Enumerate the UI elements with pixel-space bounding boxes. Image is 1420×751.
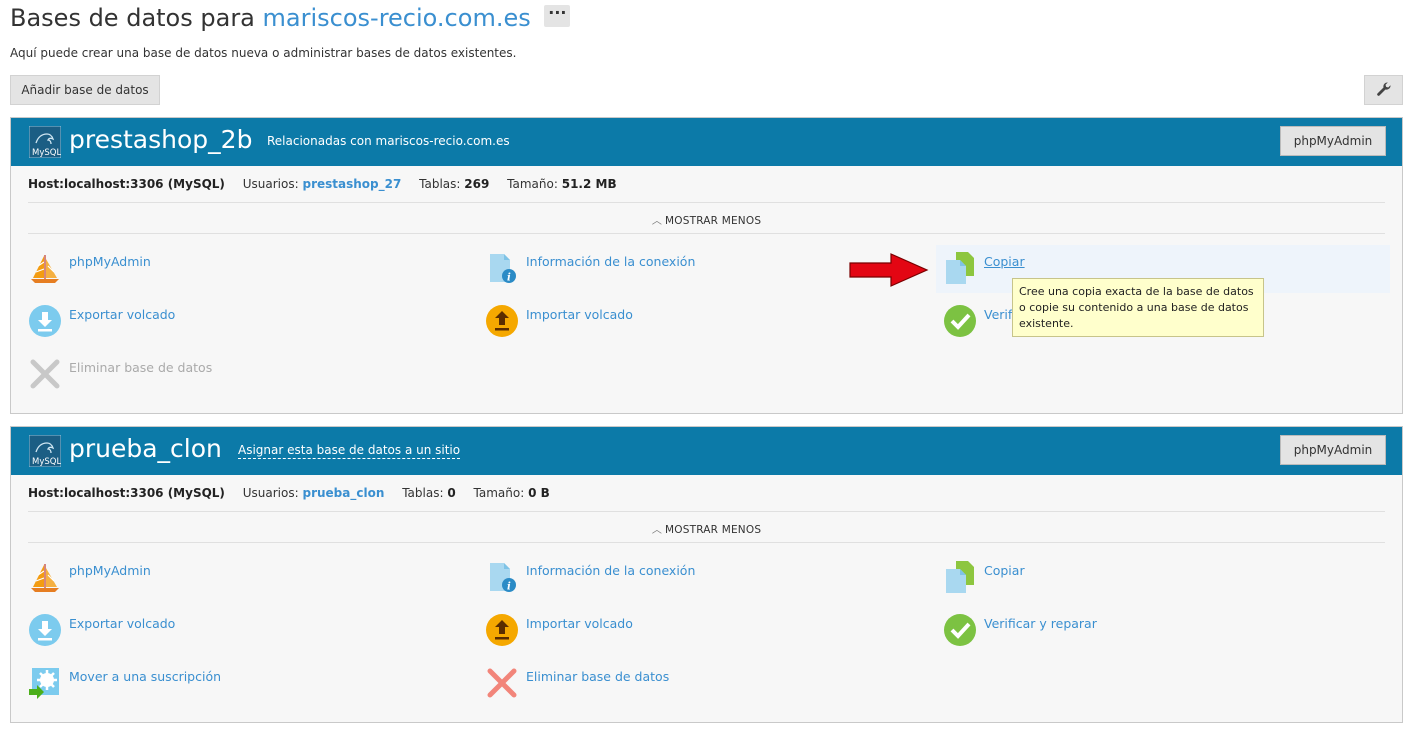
action-connection-info[interactable]: i Información de la conexión [486, 252, 746, 284]
move-subscription-icon [29, 668, 59, 699]
mysql-icon: MySQL [29, 126, 61, 158]
size-value: 0 B [528, 486, 550, 500]
action-move-subscription[interactable]: Mover a una suscripción [29, 667, 269, 699]
action-label: phpMyAdmin [69, 563, 151, 578]
database-card-prestashop: MySQL prestashop_2b Relacionadas con mar… [10, 117, 1403, 414]
delete-x-icon [30, 359, 60, 389]
phpmyadmin-sail-icon [31, 564, 59, 592]
action-label: Eliminar base de datos [69, 360, 213, 375]
page-description: Aquí puede crear una base de datos nueva… [10, 46, 517, 60]
svg-text:i: i [507, 273, 511, 284]
action-connection-info[interactable]: i Información de la conexión [486, 561, 746, 593]
users-label: Usuarios: [242, 486, 299, 500]
assign-site-link[interactable]: Asignar esta base de datos a un sitio [238, 443, 461, 459]
related-domain-text: Relacionadas con mariscos-recio.com.es [267, 134, 510, 148]
action-verify-repair[interactable]: Verificar y reparar [944, 614, 1164, 646]
database-card-prueba-clon: MySQL prueba_clon Asignar esta base de d… [10, 426, 1403, 723]
database-name: prestashop_2b [69, 125, 253, 154]
divider [28, 542, 1385, 543]
action-label: Verificar y reparar [984, 616, 1097, 631]
action-label: phpMyAdmin [69, 254, 151, 269]
database-info-row: Host:localhost:3306 (MySQL) Usuarios: pr… [28, 486, 550, 500]
action-label: Exportar volcado [69, 616, 176, 631]
page-title-prefix: Bases de datos para [10, 4, 255, 32]
action-export-dump[interactable]: Exportar volcado [29, 305, 229, 337]
action-label: Copiar [984, 254, 1025, 269]
database-name: prueba_clon [69, 434, 222, 463]
action-delete-database: Eliminar base de datos [29, 358, 249, 389]
copy-icon [946, 561, 974, 593]
phpmyadmin-header-button[interactable]: phpMyAdmin [1280, 435, 1386, 465]
action-label: Información de la conexión [526, 254, 696, 269]
action-phpmyadmin[interactable]: phpMyAdmin [29, 561, 229, 592]
tables-label: Tablas: [402, 486, 444, 500]
size-label: Tamaño: [507, 177, 558, 191]
action-copy[interactable]: Copiar [944, 561, 1144, 593]
phpmyadmin-header-button[interactable]: phpMyAdmin [1280, 126, 1386, 156]
svg-text:i: i [507, 582, 511, 593]
svg-text:MySQL: MySQL [32, 148, 61, 158]
database-info-row: Host:localhost:3306 (MySQL) Usuarios: pr… [28, 177, 617, 191]
action-phpmyadmin[interactable]: phpMyAdmin [29, 252, 229, 283]
phpmyadmin-sail-icon [31, 255, 59, 283]
action-label: Información de la conexión [526, 563, 696, 578]
show-less-toggle[interactable]: ︿ MOSTRAR MENOS [11, 521, 1402, 536]
copy-tooltip: Cree una copia exacta de la base de dato… [1012, 278, 1264, 337]
chevron-up-icon: ︿ [651, 525, 663, 536]
tables-value: 0 [447, 486, 456, 500]
add-database-button[interactable]: Añadir base de datos [10, 75, 160, 105]
connection-info-icon: i [490, 254, 516, 284]
red-arrow-annotation [849, 253, 929, 287]
host-value: localhost:3306 (MySQL) [63, 177, 225, 191]
import-upload-icon [486, 614, 518, 646]
tables-label: Tablas: [419, 177, 461, 191]
connection-info-icon: i [490, 563, 516, 593]
users-link[interactable]: prueba_clon [302, 486, 384, 500]
action-label: Mover a una suscripción [69, 669, 222, 684]
svg-text:MySQL: MySQL [32, 457, 61, 467]
action-label: Eliminar base de datos [526, 669, 670, 684]
action-label: Exportar volcado [69, 307, 176, 322]
wrench-icon [1376, 81, 1391, 96]
action-export-dump[interactable]: Exportar volcado [29, 614, 229, 646]
export-download-icon [29, 305, 61, 337]
host-label: Host: [28, 486, 64, 500]
tools-button[interactable] [1364, 75, 1403, 105]
database-card-header: MySQL prestashop_2b Relacionadas con mar… [11, 118, 1402, 166]
size-label: Tamaño: [473, 486, 525, 500]
divider [28, 233, 1385, 234]
divider [28, 511, 1385, 512]
more-options-button[interactable]: ··· [544, 5, 571, 27]
database-card-header: MySQL prueba_clon Asignar esta base de d… [11, 427, 1402, 475]
page-title: Bases de datos para mariscos-recio.com.e… [10, 4, 571, 32]
check-icon [944, 305, 976, 337]
show-less-toggle[interactable]: ︿ MOSTRAR MENOS [11, 212, 1402, 227]
action-label: Importar volcado [526, 616, 633, 631]
mysql-icon: MySQL [29, 435, 61, 467]
export-download-icon [29, 614, 61, 646]
domain-link[interactable]: mariscos-recio.com.es [263, 4, 531, 32]
size-value: 51.2 MB [561, 177, 617, 191]
action-label: Importar volcado [526, 307, 633, 322]
divider [28, 202, 1385, 203]
check-icon [944, 614, 976, 646]
copy-icon [946, 252, 974, 284]
tables-value: 269 [464, 177, 490, 191]
users-label: Usuarios: [242, 177, 299, 191]
host-label: Host: [28, 177, 64, 191]
show-less-label: MOSTRAR MENOS [665, 524, 762, 536]
action-label: Copiar [984, 563, 1025, 578]
delete-x-icon [487, 668, 517, 698]
users-link[interactable]: prestashop_27 [302, 177, 401, 191]
action-delete-database[interactable]: Eliminar base de datos [486, 667, 706, 698]
import-upload-icon [486, 305, 518, 337]
action-import-dump[interactable]: Importar volcado [486, 614, 686, 646]
action-import-dump[interactable]: Importar volcado [486, 305, 686, 337]
show-less-label: MOSTRAR MENOS [665, 215, 762, 227]
host-value: localhost:3306 (MySQL) [63, 486, 225, 500]
chevron-up-icon: ︿ [651, 216, 663, 227]
